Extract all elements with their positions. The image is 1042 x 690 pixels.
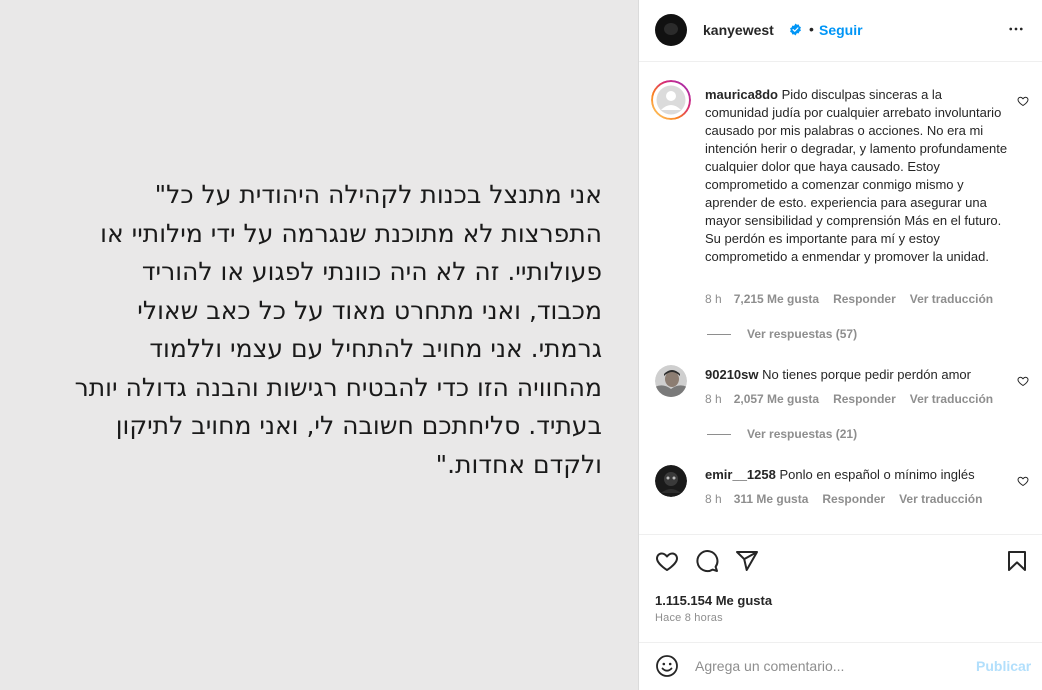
post-image-line: התפרצות לא מתוכנת שנגרמה על ידי מילותיי … bbox=[100, 218, 602, 248]
comment-likes[interactable]: 2,057 Me gusta bbox=[734, 392, 819, 406]
author-avatar[interactable] bbox=[655, 14, 687, 46]
comment-meta: 8 h 311 Me gusta Responder Ver traducción bbox=[705, 492, 996, 506]
replies-divider bbox=[707, 434, 731, 436]
more-options-icon[interactable] bbox=[1007, 20, 1025, 38]
view-replies[interactable]: Ver respuestas (21) bbox=[707, 427, 857, 441]
view-replies-label: Ver respuestas (21) bbox=[747, 427, 858, 441]
post-image-line: מכבוד, ואני מתחרט מאוד על כל כאב שאולי bbox=[137, 295, 602, 325]
commenter-avatar[interactable] bbox=[655, 465, 687, 497]
comment-icon[interactable] bbox=[695, 549, 719, 573]
likes-count[interactable]: 1.115.154 Me gusta bbox=[655, 593, 772, 608]
reply-button[interactable]: Responder bbox=[833, 392, 896, 406]
comment-username[interactable]: maurica8do bbox=[705, 87, 778, 102]
replies-divider bbox=[707, 334, 731, 336]
post-image-line: גרמתי. אני מחויב להתחיל עם עצמי וללמוד bbox=[149, 334, 602, 363]
translate-button[interactable]: Ver traducción bbox=[910, 292, 993, 306]
author-username[interactable]: kanyewest bbox=[703, 22, 774, 38]
instagram-post: אני מתנצל בכנות לקהילה היהודית על כל" הת… bbox=[0, 0, 1042, 690]
comment-likes[interactable]: 7,215 Me gusta bbox=[734, 292, 819, 306]
post-header: kanyewest • Seguir bbox=[639, 0, 1042, 62]
post-image-line: ולקדם אחדות." bbox=[435, 449, 602, 479]
comment-time[interactable]: 8 h bbox=[705, 392, 722, 406]
comment-username[interactable]: emir__1258 bbox=[705, 467, 776, 482]
like-icon[interactable] bbox=[655, 549, 679, 573]
follow-button[interactable]: Seguir bbox=[819, 22, 863, 38]
comment-like-icon[interactable] bbox=[1017, 475, 1029, 487]
emoji-icon[interactable] bbox=[655, 654, 679, 678]
post-sidebar: kanyewest • Seguir maurica8do Pido discu… bbox=[638, 0, 1042, 690]
verified-badge-icon bbox=[790, 23, 801, 36]
post-image-line: בעתיד. סליחתכם חשובה לי, ואני מחויב לתיק… bbox=[115, 411, 602, 440]
story-ring-avatar[interactable] bbox=[651, 80, 691, 120]
view-replies-label: Ver respuestas (57) bbox=[747, 327, 858, 341]
comment-time[interactable]: 8 h bbox=[705, 492, 722, 506]
reply-button[interactable]: Responder bbox=[822, 492, 885, 506]
comment-text: maurica8do Pido disculpas sinceras a la … bbox=[705, 86, 1009, 266]
comment-text: 90210sw No tienes porque pedir perdón am… bbox=[705, 366, 1009, 384]
comment-meta: 8 h 7,215 Me gusta Responder Ver traducción bbox=[705, 292, 1007, 306]
translate-button[interactable]: Ver traducción bbox=[910, 392, 993, 406]
header-separator: • bbox=[809, 21, 814, 37]
reply-button[interactable]: Responder bbox=[833, 292, 896, 306]
comment-likes[interactable]: 311 Me gusta bbox=[734, 492, 809, 506]
share-icon[interactable] bbox=[735, 549, 759, 573]
comment-time[interactable]: 8 h bbox=[705, 292, 722, 306]
comment-text: emir__1258 Ponlo en español o mínimo ing… bbox=[705, 466, 1009, 484]
comments-list[interactable]: maurica8do Pido disculpas sinceras a la … bbox=[639, 62, 1042, 534]
commenter-avatar[interactable] bbox=[655, 365, 687, 397]
comment-content: Pido disculpas sinceras a la comunidad j… bbox=[705, 87, 1008, 264]
comment-like-icon[interactable] bbox=[1017, 95, 1029, 107]
comment-username[interactable]: 90210sw bbox=[705, 367, 759, 382]
post-image-line: פעולותיי. זה לא היה כוונתי לפגוע או להור… bbox=[141, 257, 602, 286]
comment-input[interactable] bbox=[695, 655, 965, 677]
post-timestamp[interactable]: Hace 8 horas bbox=[655, 612, 723, 624]
post-image[interactable]: אני מתנצל בכנות לקהילה היהודית על כל" הת… bbox=[0, 0, 638, 690]
translate-button[interactable]: Ver traducción bbox=[899, 492, 982, 506]
post-actions: 1.115.154 Me gusta Hace 8 horas bbox=[639, 534, 1042, 642]
view-replies[interactable]: Ver respuestas (57) bbox=[707, 327, 857, 341]
publish-button[interactable]: Publicar bbox=[976, 658, 1031, 674]
save-icon[interactable] bbox=[1005, 549, 1029, 573]
post-image-line: מהחוויה הזו כדי להבטיח רגישות והבנה גדול… bbox=[74, 372, 602, 402]
comment-composer: Publicar bbox=[639, 642, 1042, 690]
comment-content: No tienes porque pedir perdón amor bbox=[762, 367, 971, 382]
comment-content: Ponlo en español o mínimo inglés bbox=[779, 467, 975, 482]
comment-like-icon[interactable] bbox=[1017, 375, 1029, 387]
post-image-text: אני מתנצל בכנות לקהילה היהודית על כל" הת… bbox=[20, 176, 602, 484]
post-image-line: אני מתנצל בכנות לקהילה היהודית על כל" bbox=[154, 180, 602, 209]
comment-meta: 8 h 2,057 Me gusta Responder Ver traducción bbox=[705, 392, 1007, 406]
